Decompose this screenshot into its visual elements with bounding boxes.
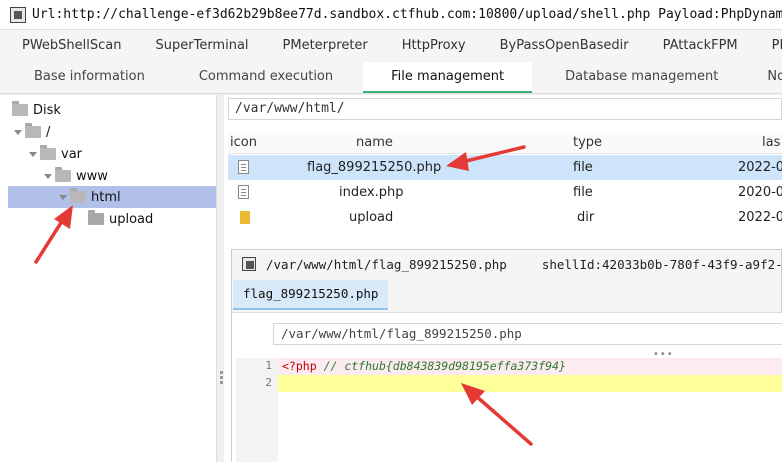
folder-open-icon bbox=[12, 101, 28, 116]
folder-icon bbox=[88, 210, 104, 225]
plugin-tab-bypassopenbasedir[interactable]: ByPassOpenBasedir bbox=[483, 30, 646, 62]
column-header-last-modified[interactable]: las bbox=[762, 132, 780, 154]
table-row[interactable]: flag_899215250.php file 2022-04 bbox=[228, 155, 782, 180]
line-number: 2 bbox=[265, 376, 272, 389]
tree-node-label: html bbox=[91, 189, 121, 205]
file-name: flag_899215250.php bbox=[307, 160, 442, 175]
file-panel: /var/www/html/ icon name type las flag_8… bbox=[224, 95, 782, 462]
chevron-down-icon[interactable] bbox=[29, 151, 37, 157]
window-title-bar: Url:http://challenge-ef3d62b29b8ee77d.sa… bbox=[0, 0, 782, 30]
current-path-input[interactable]: /var/www/html/ bbox=[228, 98, 782, 120]
app-icon bbox=[242, 257, 256, 271]
chevron-down-icon[interactable] bbox=[14, 129, 22, 135]
tree-node-label: var bbox=[61, 146, 83, 162]
file-name: upload bbox=[349, 210, 394, 225]
folder-open-icon bbox=[70, 188, 86, 203]
tree-node-label: Disk bbox=[33, 102, 61, 118]
file-date: 2022-04 bbox=[738, 210, 782, 225]
code-comment: // ctfhub{db843839d98195effa373f94} bbox=[323, 359, 566, 373]
folder-icon bbox=[240, 211, 250, 224]
file-type: file bbox=[573, 185, 593, 200]
file-type: dir bbox=[577, 210, 595, 225]
table-row[interactable]: index.php file 2020-02 bbox=[228, 180, 782, 205]
plugin-tab-pattackfpm[interactable]: PAttackFPM bbox=[646, 30, 755, 62]
file-editor-window: /var/www/html/flag_899215250.php shellId… bbox=[231, 249, 782, 462]
tree-node-www[interactable]: www bbox=[44, 165, 108, 187]
tree-node-var[interactable]: var bbox=[29, 143, 82, 165]
window-title: Url:http://challenge-ef3d62b29b8ee77d.sa… bbox=[32, 7, 782, 22]
app-icon bbox=[10, 6, 26, 23]
editor-tab[interactable]: flag_899215250.php bbox=[233, 280, 389, 310]
main-tabs: Base information Command execution File … bbox=[0, 62, 782, 94]
tab-database-management[interactable]: Database management bbox=[532, 62, 751, 93]
table-row[interactable]: upload dir 2022-04 bbox=[228, 205, 782, 230]
tree-node-disk[interactable]: Disk bbox=[12, 99, 61, 121]
tree-node-label: / bbox=[46, 124, 51, 140]
shell-id: shellId:42033b0b-780f-43f9-a9f2-103d0 bbox=[541, 256, 782, 272]
tab-notes[interactable]: Notes bbox=[751, 62, 782, 93]
directory-tree: Disk / var www html upload bbox=[0, 95, 217, 462]
file-icon bbox=[238, 185, 249, 199]
editor-title-path: /var/www/html/flag_899215250.php bbox=[266, 256, 507, 272]
plugin-tab-pmeterpreter[interactable]: PMeterpreter bbox=[266, 30, 385, 62]
line-gutter: 1 2 bbox=[236, 358, 278, 462]
editor-path-input[interactable]: /var/www/html/flag_899215250.php bbox=[273, 323, 782, 345]
plugin-tab-superterminal[interactable]: SuperTerminal bbox=[139, 30, 266, 62]
tab-file-management[interactable]: File management bbox=[363, 62, 533, 93]
tree-node-upload[interactable]: upload bbox=[88, 208, 153, 230]
plugin-tabs: PWebShellScan SuperTerminal PMeterpreter… bbox=[0, 30, 782, 62]
folder-open-icon bbox=[25, 123, 41, 138]
file-icon bbox=[238, 160, 249, 174]
folder-open-icon bbox=[55, 167, 71, 182]
tree-node-label: www bbox=[76, 168, 108, 184]
editor-body: /var/www/html/flag_899215250.php ••• 1 2… bbox=[232, 312, 782, 462]
file-type: file bbox=[573, 160, 593, 175]
plugin-tab-httpproxy[interactable]: HttpProxy bbox=[385, 30, 483, 62]
file-date: 2022-04 bbox=[738, 160, 782, 175]
line-number: 1 bbox=[265, 359, 272, 372]
chevron-down-icon[interactable] bbox=[59, 194, 67, 200]
plugin-tab-pwebshellscan[interactable]: PWebShellScan bbox=[0, 30, 139, 62]
tree-node-label: upload bbox=[109, 211, 154, 227]
tree-node-html[interactable]: html bbox=[8, 186, 216, 208]
folder-open-icon bbox=[40, 145, 56, 160]
file-table-header: icon name type las bbox=[228, 132, 782, 154]
column-header-name[interactable]: name bbox=[356, 132, 393, 154]
code-php-tag: <?php bbox=[282, 359, 317, 373]
code-line-active[interactable] bbox=[278, 375, 782, 392]
tree-node-root[interactable]: / bbox=[14, 121, 50, 143]
code-line[interactable]: <?php // ctfhub{db843839d98195effa373f94… bbox=[278, 358, 782, 375]
column-header-type[interactable]: type bbox=[573, 132, 602, 154]
editor-title-bar: /var/www/html/flag_899215250.php shellId… bbox=[232, 250, 782, 278]
tab-base-information[interactable]: Base information bbox=[0, 62, 173, 93]
chevron-down-icon[interactable] bbox=[44, 173, 52, 179]
file-date: 2020-02 bbox=[738, 185, 782, 200]
tab-command-execution[interactable]: Command execution bbox=[173, 62, 363, 93]
column-header-icon[interactable]: icon bbox=[230, 132, 257, 154]
file-name: index.php bbox=[339, 185, 404, 200]
plugin-tab-pps[interactable]: PPs bbox=[755, 30, 782, 62]
